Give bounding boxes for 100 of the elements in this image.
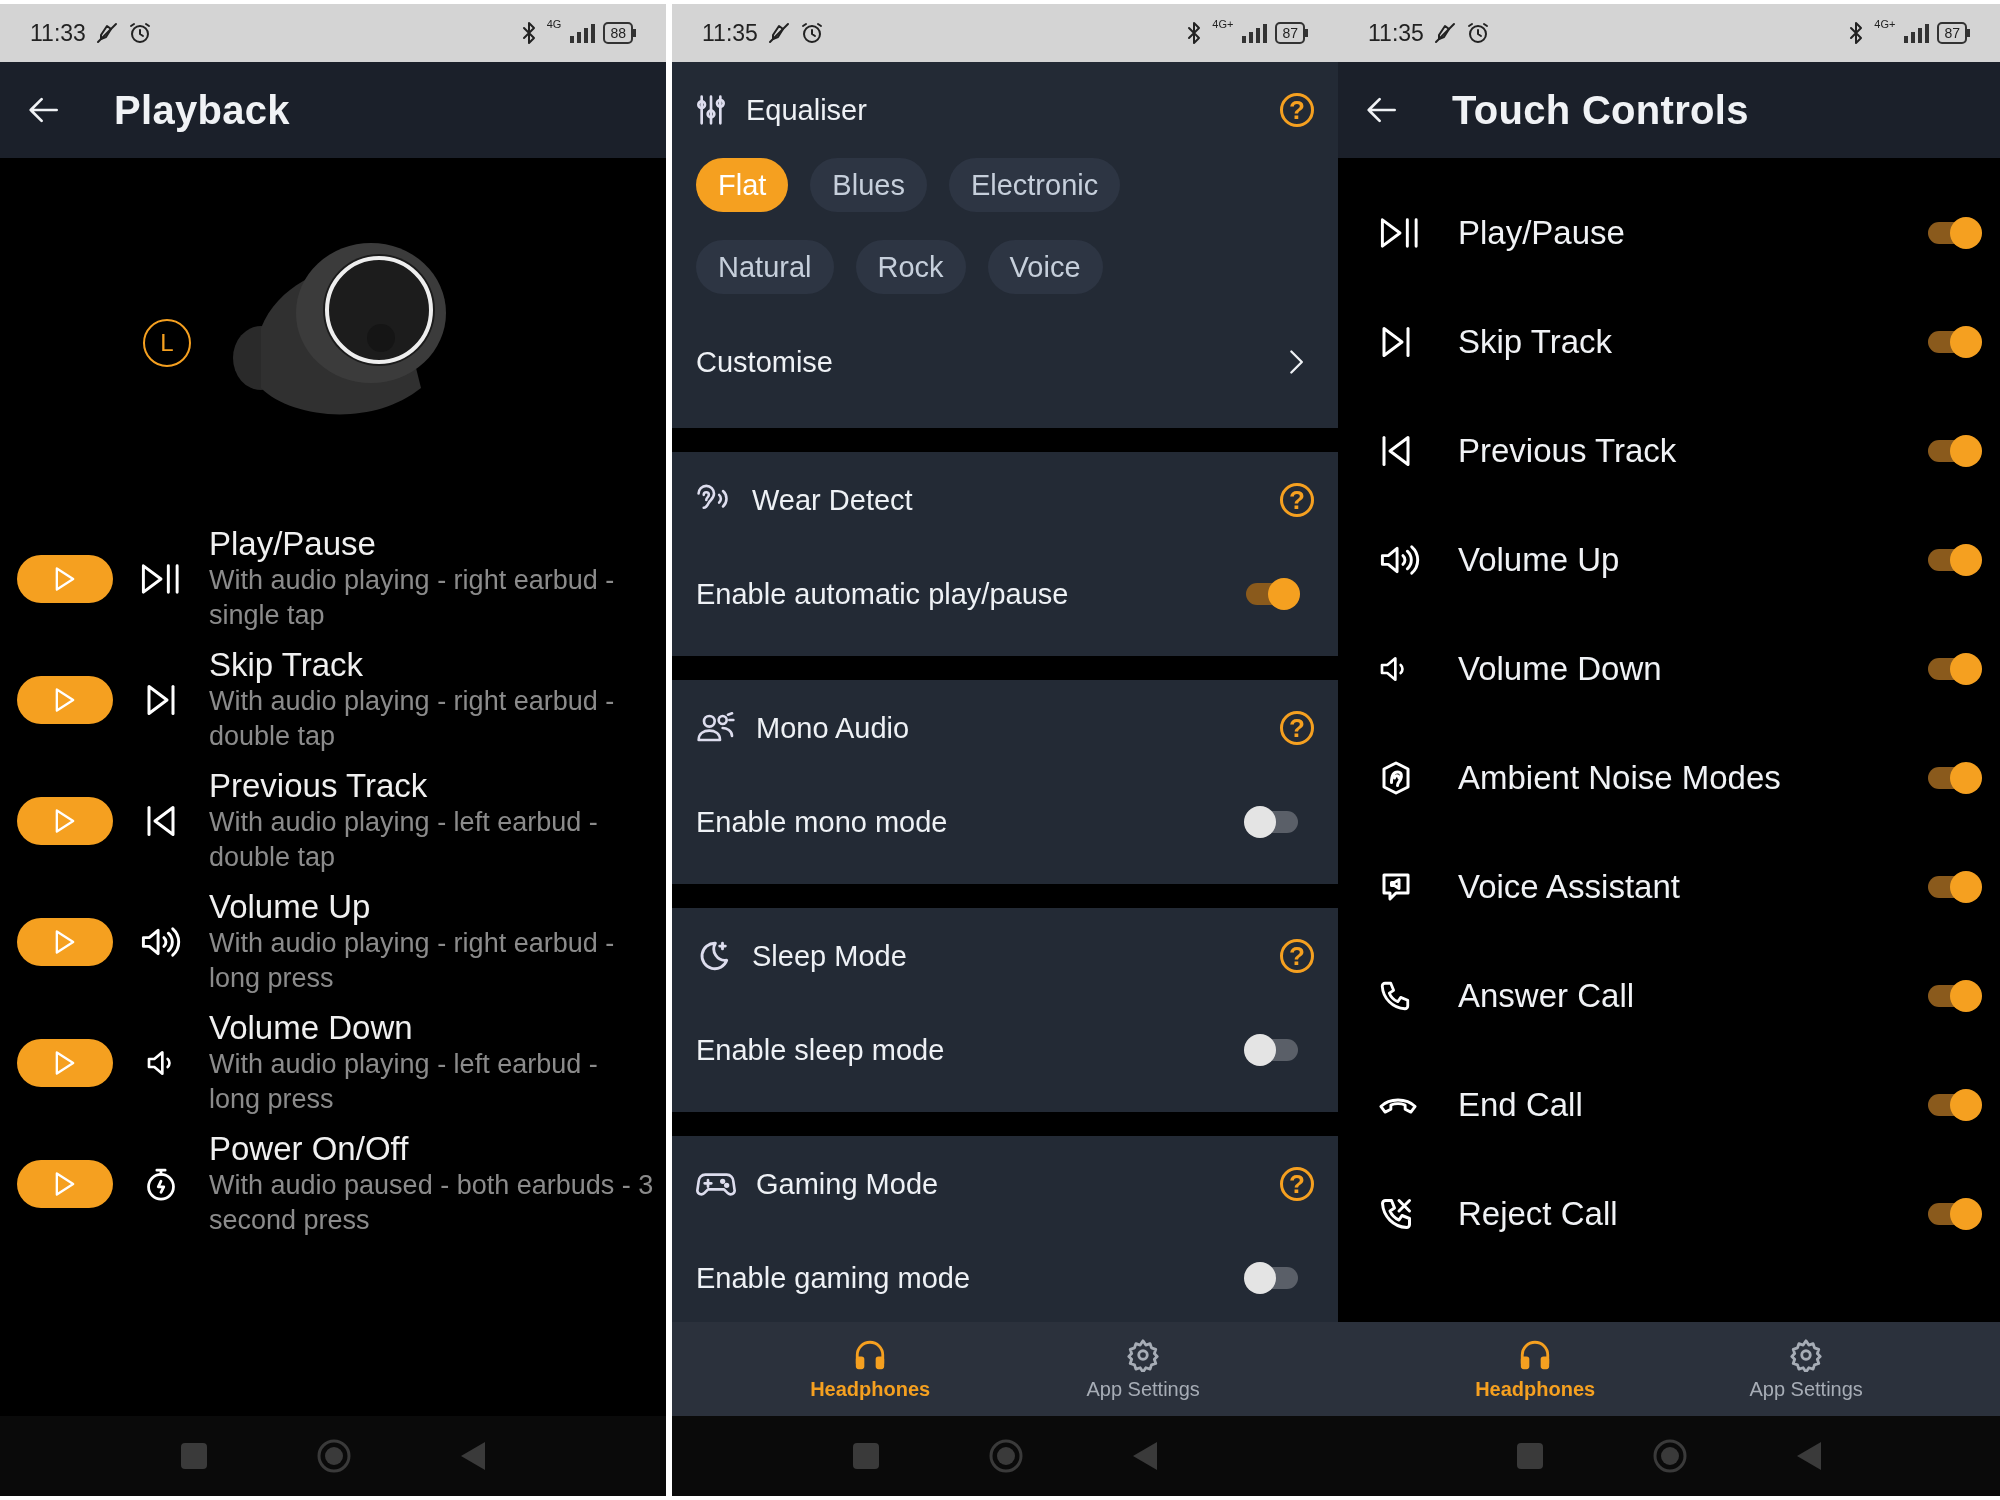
preset-chip[interactable]: Voice [987, 240, 1103, 294]
screen-title: Playback [114, 87, 290, 133]
screen-title: Touch Controls [1452, 87, 1749, 133]
network-type: 4G [546, 18, 562, 30]
card-title: Equaliser [746, 93, 868, 127]
control-label: Previous Track [1457, 431, 1678, 470]
control-label: Skip Track [1457, 322, 1614, 361]
play-button[interactable] [17, 796, 113, 845]
people-icon [696, 712, 736, 744]
alarm-icon [799, 21, 824, 45]
play-icon [53, 564, 77, 593]
preset-chip[interactable]: Blues [810, 158, 927, 212]
preset-chip[interactable]: Natural [696, 240, 834, 294]
toggle-switch[interactable] [1926, 324, 1982, 359]
side-indicator: L [143, 319, 191, 367]
play-icon [53, 685, 77, 714]
circle-icon [989, 1439, 1023, 1473]
nav-tab[interactable]: Headphones [794, 1322, 947, 1416]
toggle-switch[interactable] [1244, 577, 1300, 611]
signal-icon [1241, 23, 1268, 43]
toggle-switch[interactable] [1926, 1196, 1982, 1231]
triangle-icon [1133, 1442, 1157, 1470]
network-type: 4G+ [1874, 18, 1896, 30]
help-button[interactable]: ? [1280, 711, 1314, 745]
equaliser-icon [696, 94, 726, 126]
network-type: 4G+ [1212, 18, 1234, 30]
circle-icon [317, 1439, 351, 1473]
action-description: With audio playing - left earbud - double tap [209, 805, 599, 874]
setting-label: Enable automatic play/pause [696, 577, 1069, 611]
play-button[interactable] [17, 917, 113, 966]
preset-chip[interactable]: Electronic [948, 158, 1121, 212]
toggle-switch[interactable] [1244, 1033, 1300, 1067]
status-time: 11:35 [1368, 19, 1424, 47]
toggle-switch[interactable] [1926, 869, 1982, 904]
nav-tab[interactable]: App Settings [1070, 1322, 1216, 1416]
toggle-switch[interactable] [1926, 542, 1982, 577]
card-title: Mono Audio [756, 711, 911, 745]
play-button[interactable] [17, 554, 113, 603]
setting-label: Enable gaming mode [696, 1261, 971, 1295]
circle-icon [1653, 1439, 1687, 1473]
play-icon [53, 927, 77, 956]
settings-icon [1789, 1337, 1824, 1372]
status-time: 11:35 [702, 19, 758, 47]
alarm-icon [1465, 21, 1490, 45]
control-label: Voice Assistant [1457, 867, 1681, 906]
preset-chip[interactable]: Rock [855, 240, 966, 294]
setting-label: Enable sleep mode [696, 1033, 945, 1067]
action-title: Skip Track [209, 645, 365, 684]
square-icon [1517, 1443, 1543, 1469]
play-button[interactable] [17, 1038, 113, 1087]
settings-icon [1126, 1337, 1161, 1372]
action-description: With audio playing - right earbud - double tap [209, 684, 616, 753]
play-icon [53, 1048, 77, 1077]
nav-tab[interactable]: App Settings [1733, 1322, 1879, 1416]
signal-icon [569, 23, 596, 43]
play-button[interactable] [17, 675, 113, 724]
control-label: Ambient Noise Modes [1457, 758, 1782, 797]
toggle-switch[interactable] [1926, 215, 1982, 250]
battery-indicator: 88 [603, 22, 633, 44]
action-title: Power On/Off [209, 1129, 410, 1168]
control-label: Volume Down [1457, 649, 1663, 688]
help-button[interactable]: ? [1280, 93, 1314, 127]
customise-button[interactable]: Customise [696, 302, 1314, 422]
triangle-icon [1797, 1442, 1821, 1470]
square-icon [853, 1443, 879, 1469]
toggle-switch[interactable] [1926, 760, 1982, 795]
battery-indicator: 87 [1937, 22, 1967, 44]
status-time: 11:33 [30, 19, 86, 47]
action-title: Volume Down [209, 1008, 414, 1047]
toggle-switch[interactable] [1926, 651, 1982, 686]
action-title: Volume Up [209, 887, 372, 926]
card-title: Sleep Mode [752, 939, 908, 973]
action-description: With audio paused - both earbuds - 3 second press [209, 1168, 655, 1237]
action-description: With audio playing - right earbud - single tap [209, 563, 616, 632]
help-button[interactable]: ? [1280, 939, 1314, 973]
card-title: Wear Detect [752, 483, 914, 517]
nav-tab[interactable]: Headphones [1459, 1322, 1612, 1416]
signal-icon [1903, 23, 1930, 43]
control-label: Volume Up [1457, 540, 1621, 579]
action-description: With audio playing - left earbud - long press [209, 1047, 599, 1116]
toggle-switch[interactable] [1244, 805, 1300, 839]
setting-label: Enable mono mode [696, 805, 948, 839]
control-label: End Call [1457, 1085, 1584, 1124]
toggle-switch[interactable] [1926, 978, 1982, 1013]
play-icon [53, 1169, 77, 1198]
help-button[interactable]: ? [1280, 483, 1314, 517]
control-label: Play/Pause [1457, 213, 1626, 252]
battery-indicator: 87 [1275, 22, 1305, 44]
alarm-icon [127, 21, 152, 45]
toggle-switch[interactable] [1926, 433, 1982, 468]
action-title: Play/Pause [209, 524, 377, 563]
toggle-switch[interactable] [1244, 1261, 1300, 1295]
play-button[interactable] [17, 1159, 113, 1208]
play-icon [53, 806, 77, 835]
card-title: Gaming Mode [756, 1167, 940, 1201]
toggle-switch[interactable] [1926, 1087, 1982, 1122]
control-label: Answer Call [1457, 976, 1636, 1015]
control-label: Reject Call [1457, 1194, 1619, 1233]
action-description: With audio playing - right earbud - long press [209, 926, 616, 995]
help-button[interactable]: ? [1280, 1167, 1314, 1201]
